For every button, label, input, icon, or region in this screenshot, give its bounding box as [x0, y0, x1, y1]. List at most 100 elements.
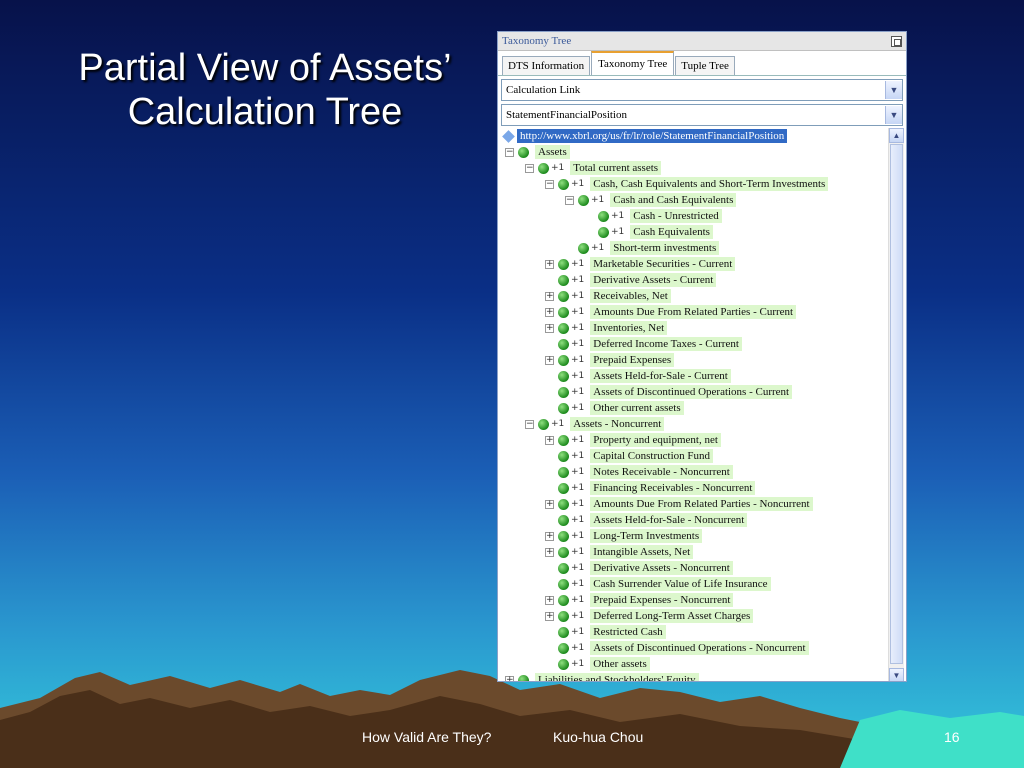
tree-node[interactable]: + +1 Deferred Long-Term Asset Charges: [545, 608, 754, 624]
tree-node[interactable]: − Assets: [505, 144, 570, 160]
tree-node-label[interactable]: Deferred Long-Term Asset Charges: [590, 609, 754, 623]
tree-root-row[interactable]: http://www.xbrl.org/us/fr/lr/role/Statem…: [501, 128, 788, 144]
tree-root-url[interactable]: http://www.xbrl.org/us/fr/lr/role/Statem…: [517, 129, 788, 143]
tree-node[interactable]: + +1 Marketable Securities - Current: [545, 256, 736, 272]
tree-node-label[interactable]: Assets of Discontinued Operations - Curr…: [590, 385, 793, 399]
tree-node[interactable]: +1 Notes Receivable - Noncurrent: [545, 464, 733, 480]
tree-node-label[interactable]: Intangible Assets, Net: [590, 545, 694, 559]
scrollbar-thumb[interactable]: [890, 144, 903, 664]
tree-node-label[interactable]: Cash - Unrestricted: [630, 209, 722, 223]
tree-node-label[interactable]: Assets: [535, 145, 570, 159]
tree-node-label[interactable]: Prepaid Expenses: [590, 353, 675, 367]
tree-node[interactable]: +1 Assets Held-for-Sale - Current: [545, 368, 731, 384]
role-select[interactable]: StatementFinancialPosition ▼: [501, 104, 903, 126]
tree-node[interactable]: + +1 Property and equipment, net: [545, 432, 721, 448]
tree-node[interactable]: + +1 Prepaid Expenses - Noncurrent: [545, 592, 734, 608]
tree-node-label[interactable]: Assets - Noncurrent: [570, 417, 665, 431]
tree-node[interactable]: +1 Assets of Discontinued Operations - No…: [545, 640, 809, 656]
tree-node-label[interactable]: Marketable Securities - Current: [590, 257, 736, 271]
scroll-up-icon[interactable]: ▲: [889, 128, 904, 143]
tree-node-label[interactable]: Assets Held-for-Sale - Current: [590, 369, 731, 383]
tree-node-label[interactable]: Derivative Assets - Noncurrent: [590, 561, 733, 575]
expand-icon[interactable]: +: [545, 259, 554, 269]
tree-node[interactable]: +1 Derivative Assets - Noncurrent: [545, 560, 733, 576]
link-type-select[interactable]: Calculation Link ▼: [501, 79, 903, 101]
tree-node-label[interactable]: Property and equipment, net: [590, 433, 721, 447]
tree-node[interactable]: +1 Capital Construction Fund: [545, 448, 714, 464]
tree-node-label[interactable]: Inventories, Net: [590, 321, 668, 335]
tree-node-label[interactable]: Liabilities and Stockholders' Equity: [535, 673, 699, 681]
tree-node[interactable]: + +1 Long-Term Investments: [545, 528, 703, 544]
tree-node-label[interactable]: Total current assets: [570, 161, 662, 175]
tree-node[interactable]: + +1 Intangible Assets, Net: [545, 544, 694, 560]
tree-node[interactable]: − +1 Assets - Noncurrent: [525, 416, 665, 432]
tree-node[interactable]: − +1 Cash, Cash Equivalents and Short-Term…: [545, 176, 829, 192]
tree-node-label[interactable]: Cash Equivalents: [630, 225, 713, 239]
tree-node[interactable]: − +1 Total current assets: [525, 160, 662, 176]
tree-node[interactable]: +1 Cash Surrender Value of Life Insurance: [545, 576, 771, 592]
calc-weight-label: +1: [571, 371, 585, 381]
tree-node[interactable]: + +1 Receivables, Net: [545, 288, 671, 304]
tree-node-label[interactable]: Prepaid Expenses - Noncurrent: [590, 593, 734, 607]
collapse-icon[interactable]: −: [545, 179, 554, 189]
tree-node-label[interactable]: Receivables, Net: [590, 289, 671, 303]
scroll-down-icon[interactable]: ▼: [889, 668, 904, 681]
maximize-button[interactable]: [891, 35, 902, 47]
expand-icon[interactable]: +: [545, 307, 554, 317]
tree-node[interactable]: + Liabilities and Stockholders' Equity: [505, 672, 699, 681]
collapse-icon[interactable]: −: [525, 419, 534, 429]
tree-node[interactable]: + +1 Amounts Due From Related Parties - No…: [545, 496, 813, 512]
tree-node[interactable]: + +1 Prepaid Expenses: [545, 352, 675, 368]
tree-node-label[interactable]: Derivative Assets - Current: [590, 273, 717, 287]
tree-node-label[interactable]: Cash and Cash Equivalents: [610, 193, 737, 207]
expand-icon[interactable]: +: [545, 355, 554, 365]
chevron-down-icon[interactable]: ▼: [885, 81, 902, 99]
tree-node[interactable]: +1 Assets Held-for-Sale - Noncurrent: [545, 512, 748, 528]
tree-node[interactable]: +1 Other assets: [545, 656, 650, 672]
tree-node-label[interactable]: Amounts Due From Related Parties - Curre…: [590, 305, 797, 319]
tree-node[interactable]: +1 Derivative Assets - Current: [545, 272, 717, 288]
tree-node[interactable]: +1 Cash - Unrestricted: [585, 208, 722, 224]
tree-node-label[interactable]: Notes Receivable - Noncurrent: [590, 465, 733, 479]
tree-node-label[interactable]: Assets Held-for-Sale - Noncurrent: [590, 513, 748, 527]
tree-vertical-scrollbar[interactable]: ▲ ▼: [888, 128, 904, 681]
tree-node[interactable]: − +1 Cash and Cash Equivalents: [565, 192, 737, 208]
tree-node[interactable]: +1 Other current assets: [545, 400, 684, 416]
tree-node[interactable]: +1 Assets of Discontinued Operations - Cu…: [545, 384, 793, 400]
expand-icon[interactable]: +: [545, 595, 554, 605]
tree-node[interactable]: +1 Restricted Cash: [545, 624, 666, 640]
expand-icon[interactable]: +: [505, 675, 514, 681]
tree-node[interactable]: +1 Deferred Income Taxes - Current: [545, 336, 742, 352]
expand-icon[interactable]: +: [545, 435, 554, 445]
tree-node-label[interactable]: Deferred Income Taxes - Current: [590, 337, 742, 351]
expand-icon[interactable]: +: [545, 611, 554, 621]
tree-node[interactable]: + +1 Inventories, Net: [545, 320, 668, 336]
tab-dts-information[interactable]: DTS Information: [502, 56, 591, 75]
collapse-icon[interactable]: −: [505, 147, 514, 157]
expand-icon[interactable]: +: [545, 323, 554, 333]
tree-node-label[interactable]: Long-Term Investments: [590, 529, 703, 543]
tree-node-label[interactable]: Assets of Discontinued Operations - Nonc…: [590, 641, 809, 655]
tree-node-label[interactable]: Cash Surrender Value of Life Insurance: [590, 577, 771, 591]
expand-icon[interactable]: +: [545, 499, 554, 509]
tree-node[interactable]: +1 Financing Receivables - Noncurrent: [545, 480, 756, 496]
collapse-icon[interactable]: −: [565, 195, 574, 205]
tree-node-label[interactable]: Capital Construction Fund: [590, 449, 714, 463]
tree-node-label[interactable]: Cash, Cash Equivalents and Short-Term In…: [590, 177, 829, 191]
chevron-down-icon[interactable]: ▼: [885, 106, 902, 124]
tree-node[interactable]: +1 Cash Equivalents: [585, 224, 713, 240]
tree-node-label[interactable]: Financing Receivables - Noncurrent: [590, 481, 756, 495]
tree-node-label[interactable]: Restricted Cash: [590, 625, 666, 639]
tree-node-label[interactable]: Other assets: [590, 657, 650, 671]
tree-node[interactable]: + +1 Amounts Due From Related Parties - Cu…: [545, 304, 797, 320]
tree-node-label[interactable]: Other current assets: [590, 401, 684, 415]
tab-tuple-tree[interactable]: Tuple Tree: [675, 56, 735, 75]
collapse-icon[interactable]: −: [525, 163, 534, 173]
tree-node-label[interactable]: Amounts Due From Related Parties - Noncu…: [590, 497, 813, 511]
expand-icon[interactable]: +: [545, 547, 554, 557]
expand-icon[interactable]: +: [545, 291, 554, 301]
expand-icon[interactable]: +: [545, 531, 554, 541]
tree-node[interactable]: +1 Short-term investments: [565, 240, 720, 256]
tree-node-label[interactable]: Short-term investments: [610, 241, 720, 255]
tab-taxonomy-tree[interactable]: Taxonomy Tree: [591, 51, 675, 75]
